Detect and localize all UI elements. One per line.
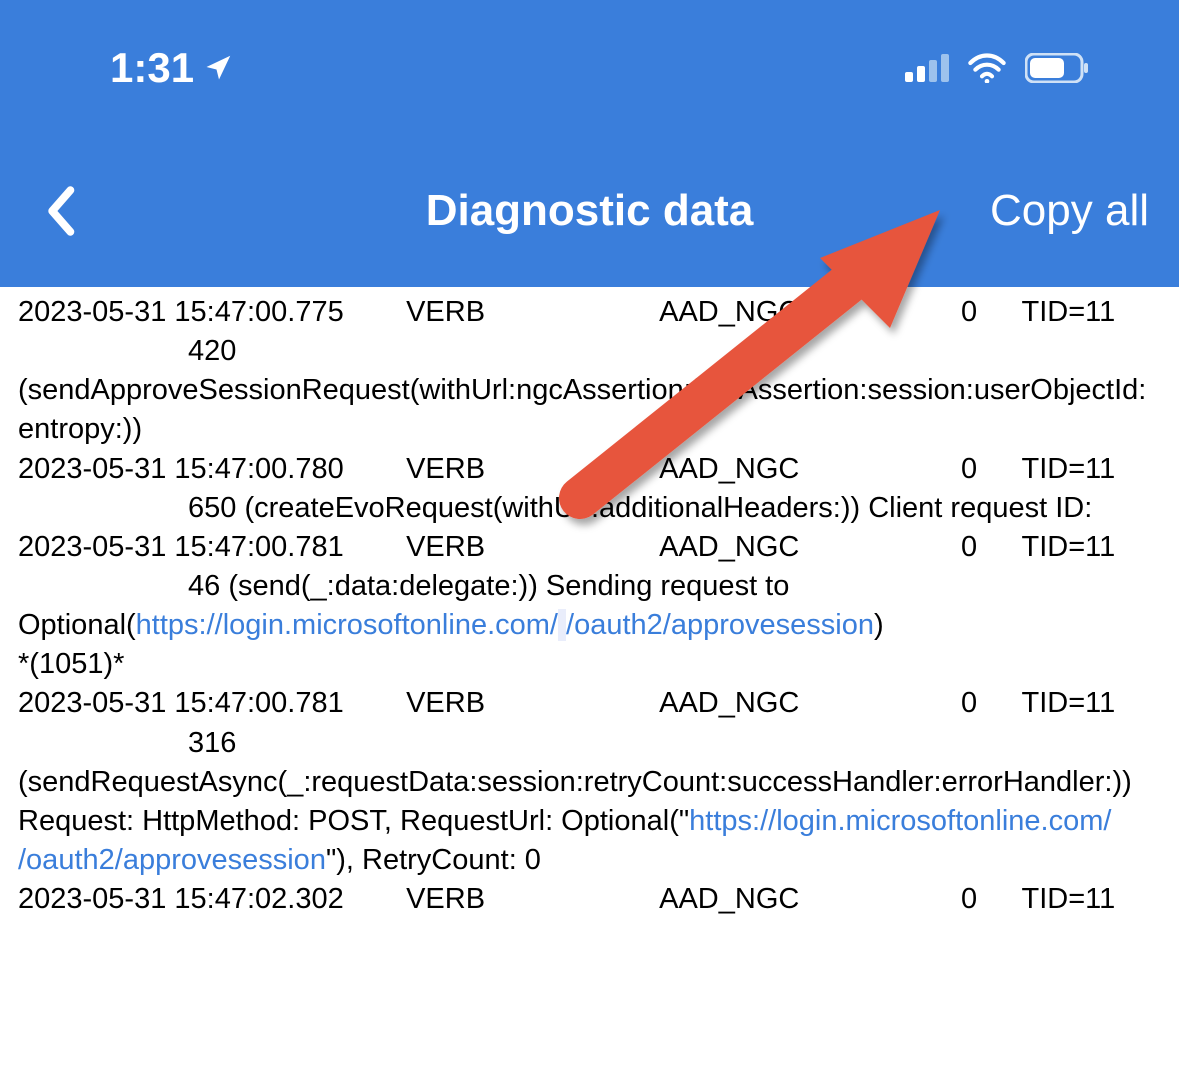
chevron-left-icon: [44, 185, 76, 237]
log-entry: 2023-05-31 15:47:00.781 VERB AAD_NGC 0 T…: [18, 528, 1161, 685]
log-level: VERB: [406, 528, 651, 567]
location-arrow-icon: [204, 44, 234, 92]
battery-icon: [1025, 53, 1089, 83]
status-bar: 1:31: [0, 0, 1179, 135]
log-body: ): [874, 609, 884, 641]
log-body: "), RetryCount: 0: [326, 844, 541, 876]
log-tid: TID=11: [985, 880, 1115, 919]
log-url-link[interactable]: https://login.microsoftonline.com/: [689, 805, 1111, 837]
log-timestamp: 2023-05-31 15:47:00.775: [18, 293, 398, 332]
status-right-icons: [905, 53, 1089, 83]
copy-all-button[interactable]: Copy all: [990, 186, 1149, 236]
log-level: VERB: [406, 684, 651, 723]
log-tid: TID=11: [985, 528, 1115, 567]
log-line-no: 650: [18, 492, 236, 524]
log-level: VERB: [406, 450, 651, 489]
wifi-icon: [967, 53, 1007, 83]
log-level: VERB: [406, 880, 651, 919]
log-timestamp: 2023-05-31 15:47:00.780: [18, 450, 398, 489]
log-body: *(1051)*: [18, 645, 1161, 684]
log-timestamp: 2023-05-31 15:47:00.781: [18, 528, 398, 567]
log-tag: AAD_NGC: [659, 450, 899, 489]
log-entry: 2023-05-31 15:47:00.775 VERB AAD_NGC 0 T…: [18, 293, 1161, 450]
log-body: (createEvoRequest(withUrl:additionalHead…: [236, 492, 1092, 524]
log-line-no: 420: [18, 335, 236, 367]
log-entry: 2023-05-31 15:47:00.780 VERB AAD_NGC 0 T…: [18, 450, 1161, 528]
log-url-link[interactable]: /oauth2/approvesession: [566, 609, 874, 641]
log-tag: AAD_NGC: [659, 528, 899, 567]
log-zero: 0: [907, 684, 977, 723]
log-tag: AAD_NGC: [659, 880, 899, 919]
nav-bar: Diagnostic data Copy all: [0, 135, 1179, 287]
cellular-signal-icon: [905, 54, 949, 82]
status-time: 1:31: [110, 44, 194, 92]
log-line-no: 46: [18, 570, 220, 602]
log-level: VERB: [406, 293, 651, 332]
log-zero: 0: [907, 293, 977, 332]
log-timestamp: 2023-05-31 15:47:00.781: [18, 684, 398, 723]
log-area: 2023-05-31 15:47:00.775 VERB AAD_NGC 0 T…: [0, 287, 1179, 919]
log-url-link[interactable]: /oauth2/approvesession: [18, 844, 326, 876]
log-tag: AAD_NGC: [659, 293, 899, 332]
log-body: (sendApproveSessionRequest(withUrl:ngcAs…: [18, 371, 1161, 449]
log-timestamp: 2023-05-31 15:47:02.302: [18, 880, 398, 919]
log-tid: TID=11: [985, 450, 1115, 489]
log-tag: AAD_NGC: [659, 684, 899, 723]
back-button[interactable]: [30, 181, 90, 241]
log-entry: 2023-05-31 15:47:00.781 VERB AAD_NGC 0 T…: [18, 684, 1161, 880]
log-tid: TID=11: [985, 684, 1115, 723]
log-zero: 0: [907, 880, 977, 919]
log-entry: 2023-05-31 15:47:02.302 VERB AAD_NGC 0 T…: [18, 880, 1161, 919]
log-url-link[interactable]: https://login.microsoftonline.com/: [136, 609, 558, 641]
redacted-url[interactable]: [558, 609, 566, 641]
log-zero: 0: [907, 528, 977, 567]
log-line-no: 316: [18, 727, 236, 759]
page-title: Diagnostic data: [426, 186, 754, 236]
log-tid: TID=11: [985, 293, 1115, 332]
status-time-group: 1:31: [110, 44, 234, 92]
log-zero: 0: [907, 450, 977, 489]
